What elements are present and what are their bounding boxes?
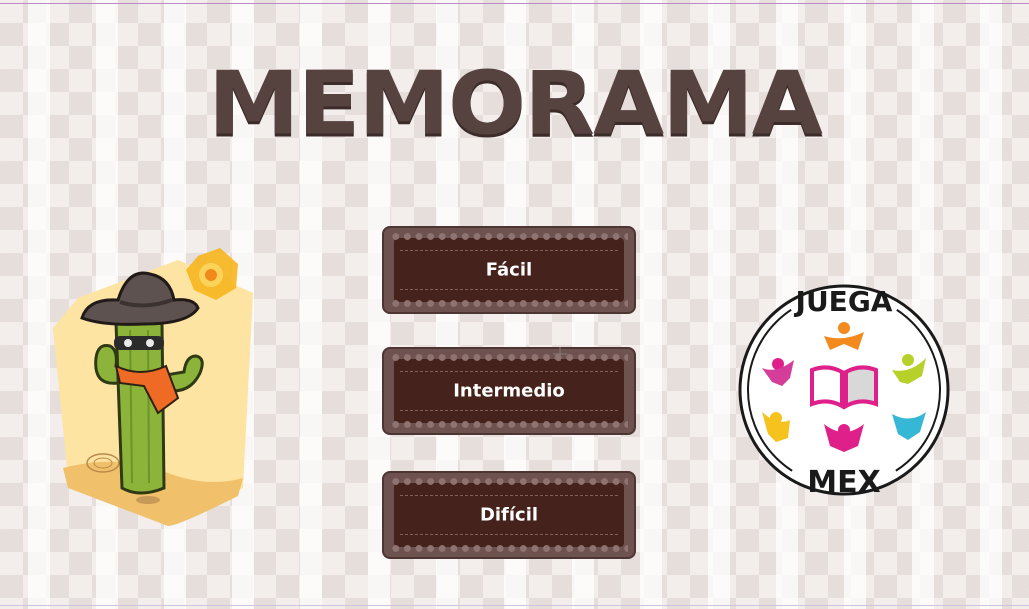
bottom-border-line (0, 605, 1029, 606)
hard-button[interactable]: Difícil (382, 471, 636, 559)
book-icon (810, 365, 878, 410)
easy-button[interactable]: Fácil (382, 226, 636, 314)
button-dots-bottom (390, 298, 628, 309)
button-dots-bottom (390, 543, 628, 554)
cactus-illustration (48, 238, 258, 528)
button-dots-top (390, 476, 628, 487)
juegamex-logo: JUEGA MEX (732, 278, 956, 502)
button-dots-bottom (390, 419, 628, 430)
top-border-line (0, 3, 1029, 4)
intermediate-button-label: Intermedio (453, 380, 565, 402)
crosshair-cursor-icon (553, 346, 567, 361)
mask (114, 336, 164, 350)
logo-top-text: JUEGA (794, 285, 893, 318)
hard-button-label: Difícil (479, 504, 539, 526)
button-dots-top (390, 231, 628, 242)
logo-bottom-text: MEX (807, 465, 880, 500)
button-dots-top (390, 352, 628, 363)
game-title: MEMORAMA (208, 52, 823, 155)
intermediate-button[interactable]: Intermedio (382, 347, 636, 435)
easy-button-label: Fácil (485, 259, 533, 281)
